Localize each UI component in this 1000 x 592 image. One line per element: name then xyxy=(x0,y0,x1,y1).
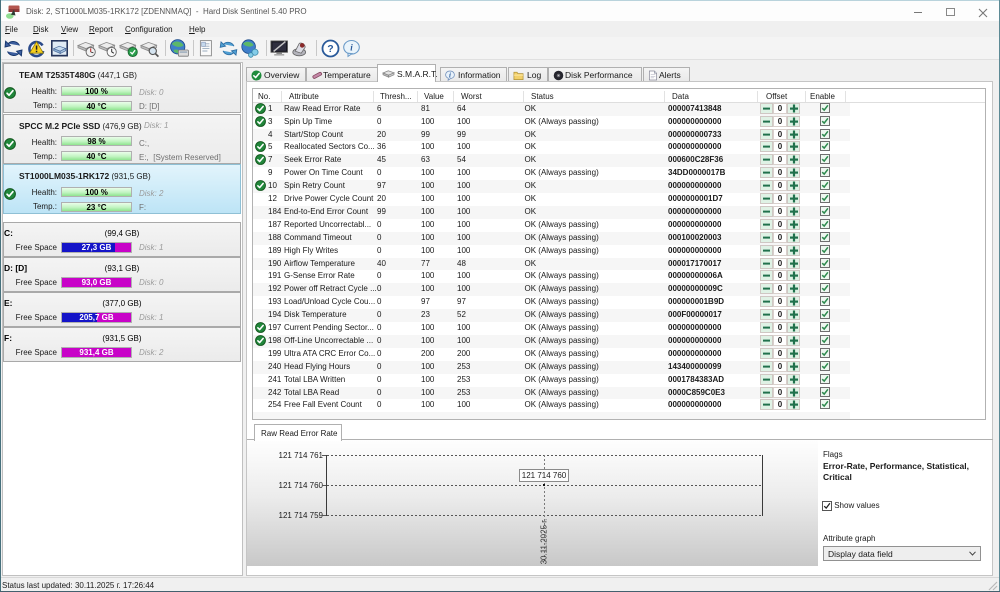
svg-text:i: i xyxy=(449,72,451,79)
svg-text:?: ? xyxy=(327,43,333,55)
